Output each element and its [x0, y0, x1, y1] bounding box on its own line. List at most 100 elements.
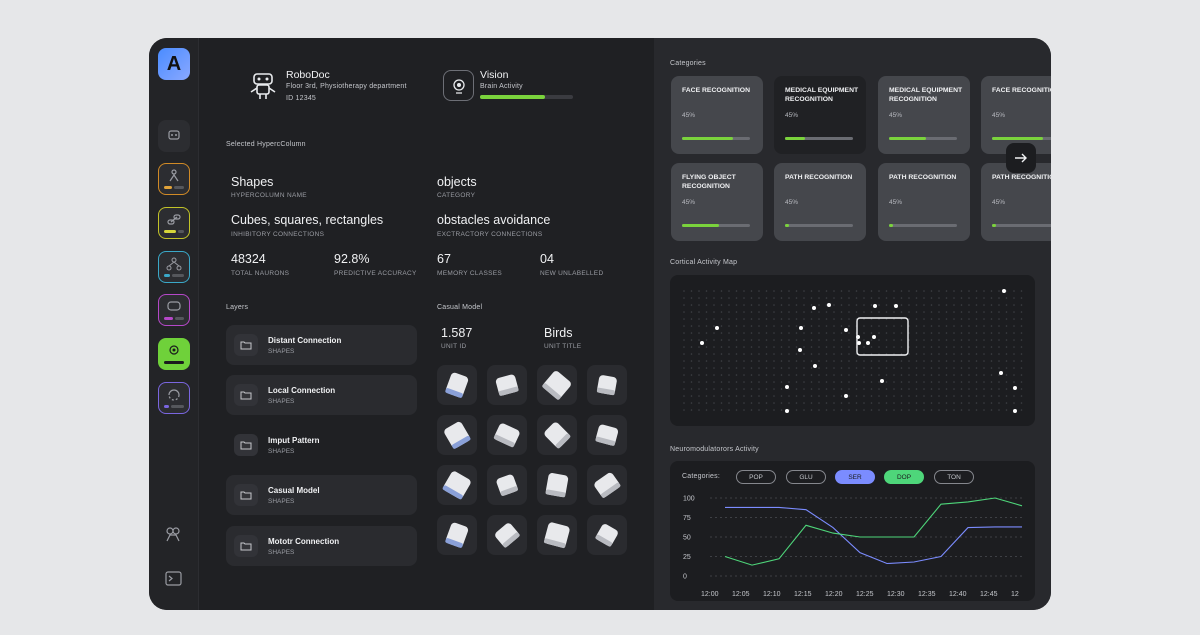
category-progress [785, 224, 853, 227]
link-icon [167, 214, 181, 225]
terminal-icon[interactable] [165, 571, 182, 591]
layer-name: Mototr Connection [268, 537, 340, 546]
category-percent: 45% [889, 112, 903, 119]
category-card[interactable]: FACE RECOGNITION 45% [671, 76, 763, 154]
category-value: objects [437, 175, 477, 189]
layer-item[interactable]: Local Connection SHAPES [226, 375, 417, 415]
series-line-dop [724, 497, 1023, 566]
new-unlabelled-value: 04 [540, 252, 554, 266]
shape-thumbnail[interactable] [537, 515, 577, 555]
chat-icon [167, 301, 181, 311]
shape-thumbnail[interactable] [487, 415, 527, 455]
x-tick-label: 12:00 [701, 591, 719, 598]
category-progress [889, 137, 957, 140]
filter-pill-ser[interactable]: SER [835, 470, 875, 484]
category-percent: 45% [992, 199, 1006, 206]
memory-classes-label: MEMORY CLASSES [437, 270, 503, 277]
nav-vision-button[interactable] [158, 338, 190, 370]
y-tick-label: 75 [683, 515, 691, 522]
robot-icon [250, 73, 276, 99]
x-tick-label: 12:10 [763, 591, 781, 598]
category-card[interactable]: PATH RECOGNITION 45% [774, 163, 866, 241]
layer-item[interactable]: Mototr Connection SHAPES [226, 526, 417, 566]
shape-thumbnail[interactable] [487, 365, 527, 405]
total-neurons-label: TOTAL NAURONS [231, 270, 290, 277]
layer-name: Distant Connection [268, 336, 342, 345]
filter-pill-dop[interactable]: DOP [884, 470, 924, 484]
nav-robot-button[interactable] [158, 120, 190, 152]
unit-id-value: 1.587 [441, 326, 473, 340]
cortical-activity-map[interactable] [670, 275, 1035, 426]
shape-thumbnail[interactable] [437, 415, 477, 455]
cube-icon [542, 371, 571, 400]
layer-sub: SHAPES [268, 348, 295, 355]
category-progress [992, 137, 1051, 140]
robot-id: ID 12345 [286, 95, 317, 102]
category-progress [682, 224, 750, 227]
category-label: CATEGORY [437, 192, 476, 199]
category-title: FACE RECOGNITION [992, 87, 1051, 94]
shape-thumbnail[interactable] [437, 465, 477, 505]
cube-icon [594, 472, 621, 498]
unit-title-value: Birds [544, 326, 573, 340]
shape-thumbnail[interactable] [487, 465, 527, 505]
sidebar-nav: A [149, 38, 199, 610]
shape-thumbnail[interactable] [537, 415, 577, 455]
category-card[interactable]: PATH RECOGNITION 45% [981, 163, 1051, 241]
category-percent: 45% [682, 199, 696, 206]
network-icon [166, 257, 182, 271]
cube-icon [596, 375, 617, 396]
logo-icon[interactable]: A [158, 48, 190, 80]
folder-icon [234, 434, 258, 456]
shape-thumbnail[interactable] [437, 365, 477, 405]
team-icon[interactable] [164, 526, 182, 547]
memory-classes-value: 67 [437, 252, 451, 266]
app-window: A RoboDoc Floor 3rd, Physiotherapy depar… [149, 38, 1051, 610]
series-line-ser [725, 506, 1022, 565]
category-card[interactable]: PATH RECOGNITION 45% [878, 163, 970, 241]
shape-thumbnail[interactable] [587, 515, 627, 555]
category-card[interactable]: MEDICAL EQUIPMENT RECOGNITION 45% [878, 76, 970, 154]
filter-pill-ton[interactable]: TON [934, 470, 974, 484]
new-unlabelled-label: NEW UNLABELLED [540, 270, 604, 277]
layer-name: Casual Model [268, 486, 320, 495]
nav-network-button[interactable] [158, 251, 190, 283]
filter-pill-pop[interactable]: POP [736, 470, 776, 484]
category-title: FACE RECOGNITION [682, 87, 750, 94]
neuro-chart-panel: Categories: POP GLU SER DOP TON 0 25 50 75 1… [670, 461, 1035, 601]
shape-thumbnail[interactable] [587, 415, 627, 455]
filter-pill-glu[interactable]: GLU [786, 470, 826, 484]
nav-chat-button[interactable] [158, 294, 190, 326]
shape-thumbnail[interactable] [487, 515, 527, 555]
category-percent: 45% [682, 112, 696, 119]
category-percent: 45% [785, 199, 799, 206]
category-card[interactable]: MEDICAL EQUIPMENT RECOGNITION 45% [774, 76, 866, 154]
x-tick-label: 12:15 [794, 591, 812, 598]
cube-icon [442, 471, 471, 500]
category-card[interactable]: FLYING OBJECT RECOGNITION 45% [671, 163, 763, 241]
nav-cycle-button[interactable] [158, 382, 190, 414]
robot-name: RoboDoc [286, 69, 330, 81]
neuro-heading: Neuromodulatorors Activity [670, 446, 759, 453]
layer-sub: SHAPES [268, 448, 295, 455]
analytics-panel: Categories FACE RECOGNITION 45% MEDICAL … [654, 38, 1051, 610]
vision-icon[interactable] [443, 70, 474, 101]
layer-item[interactable]: Imput Pattern SHAPES [226, 425, 417, 465]
layer-item[interactable]: Distant Connection SHAPES [226, 325, 417, 365]
nav-person-button[interactable] [158, 163, 190, 195]
shape-thumbnail[interactable] [537, 365, 577, 405]
shape-thumbnail[interactable] [437, 515, 477, 555]
selected-heading: Selected HypercColumn [226, 141, 306, 148]
next-arrow-button[interactable] [1006, 143, 1036, 173]
vision-subtitle: Brain Activity [480, 83, 523, 90]
shape-thumbnail[interactable] [537, 465, 577, 505]
layer-name: Local Connection [268, 386, 336, 395]
category-progress [785, 137, 853, 140]
layer-item[interactable]: Casual Model SHAPES [226, 475, 417, 515]
casual-heading: Casual Model [437, 304, 483, 311]
x-tick-label: 12:40 [949, 591, 967, 598]
shape-thumbnail[interactable] [587, 465, 627, 505]
hypercolumn-name-label: HYPERCOLUMN NAME [231, 192, 307, 199]
nav-link-button[interactable] [158, 207, 190, 239]
shape-thumbnail[interactable] [587, 365, 627, 405]
